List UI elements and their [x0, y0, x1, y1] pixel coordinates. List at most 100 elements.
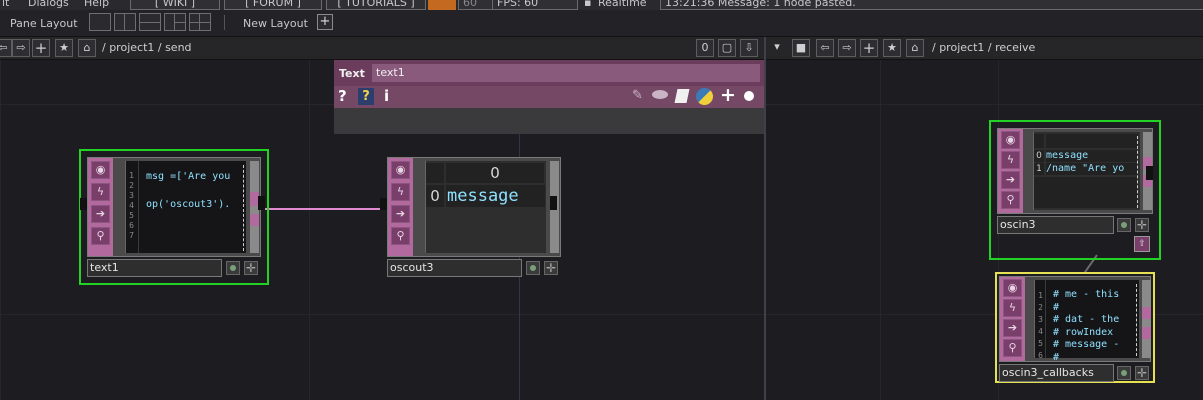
oscin3-node[interactable]: ◉ ϟ ➔ ⚲ 0 message 1 /name "Are yo [997, 128, 1153, 214]
scroll-thumb[interactable] [1142, 327, 1151, 339]
forum-button[interactable]: [ FORUM ] [224, 0, 322, 10]
bypass-arrow-icon[interactable]: ➔ [1001, 171, 1020, 189]
parameter-toolbar: ? ? i ✎ + [334, 84, 764, 108]
oscin3-callbacks-name[interactable]: oscin3_callbacks [999, 364, 1114, 382]
layout-quad-button[interactable] [189, 13, 211, 31]
new-layout-label: New Layout [243, 17, 308, 30]
expand-icon[interactable]: ✛ [544, 261, 558, 275]
oscin3-name[interactable]: oscin3 [997, 216, 1114, 234]
grid-line [880, 60, 881, 400]
lock-icon[interactable]: ⚲ [1001, 191, 1020, 209]
output-connector[interactable] [550, 196, 557, 210]
menu-help[interactable]: Help [84, 0, 109, 9]
layout-three-button[interactable] [164, 13, 186, 31]
viewer-toggle-icon[interactable]: ◉ [391, 161, 410, 179]
viewer-toggle-icon[interactable]: ◉ [91, 161, 110, 179]
pencil-icon[interactable]: ✎ [632, 88, 643, 103]
edit-doc-icon[interactable] [674, 89, 690, 103]
cook-icon[interactable]: ϟ [91, 183, 110, 201]
output-connector[interactable] [258, 196, 265, 210]
output-connector[interactable] [1146, 166, 1153, 180]
text1-viewer[interactable]: 1 2 3 4 5 6 7 msg =['Are you op('oscout3… [125, 161, 246, 253]
display-flag-icon[interactable] [226, 261, 240, 275]
star-icon[interactable]: ★ [55, 39, 73, 57]
display-flag-icon[interactable] [526, 261, 540, 275]
scroll-thumb[interactable] [250, 214, 259, 226]
scroll-thumb[interactable] [1142, 307, 1151, 319]
cook-icon[interactable]: ϟ [1003, 299, 1022, 317]
forward-arrow-icon[interactable]: ⇨ [838, 39, 856, 57]
layout-split-vertical-button[interactable] [114, 13, 136, 31]
forward-arrow-icon[interactable]: ⇨ [12, 39, 30, 57]
oscout3-viewer[interactable]: 0 0 message [425, 161, 546, 253]
oscin3-callbacks-node[interactable]: ◉ ϟ ➔ ⚲ 1 2 3 4 5 6 # me - this # # dat … [999, 276, 1151, 363]
op-name-field[interactable]: text1 [372, 64, 760, 82]
stop-icon[interactable]: ■ [792, 39, 810, 57]
table-cell: /name "Are yo [1046, 163, 1138, 175]
network-path[interactable]: / project1 / send [102, 41, 192, 54]
add-icon[interactable]: + [720, 84, 736, 106]
scrollbar[interactable] [1142, 280, 1151, 358]
home-icon[interactable]: ⌂ [906, 39, 924, 57]
star-icon[interactable]: ★ [883, 39, 901, 57]
line-number: 2 [1038, 303, 1043, 312]
menu-edit[interactable]: it [2, 0, 9, 9]
python-help-icon[interactable]: ? [358, 88, 374, 105]
realtime-checkbox[interactable]: ▪ [584, 0, 591, 9]
frame-counter[interactable]: 60 [458, 0, 494, 10]
bypass-arrow-icon[interactable]: ➔ [1003, 319, 1022, 337]
flag-dot [230, 265, 236, 271]
cook-icon[interactable]: ϟ [1001, 151, 1020, 169]
cook-icon[interactable]: ϟ [391, 183, 410, 201]
back-arrow-icon[interactable]: ⇦ [816, 39, 834, 57]
input-connector[interactable] [80, 198, 87, 210]
callbacks-viewer[interactable]: 1 2 3 4 5 6 # me - this # # dat - the # … [1034, 280, 1139, 363]
add-node-icon[interactable]: + [860, 39, 878, 57]
expand-icon[interactable]: ✛ [1135, 366, 1149, 380]
table-cell: message [1046, 150, 1138, 162]
callbacks-link-icon[interactable]: ⇧ [1134, 236, 1150, 252]
layout-single-button[interactable] [89, 13, 111, 31]
expand-icon[interactable]: ✛ [1135, 218, 1149, 232]
add-node-icon[interactable]: + [32, 39, 50, 57]
perform-indicator[interactable] [428, 0, 456, 10]
row-index: 0 [426, 185, 444, 207]
input-connector[interactable] [380, 198, 387, 210]
python-icon[interactable] [696, 88, 713, 105]
viewer-toggle-icon[interactable]: ◉ [1003, 279, 1022, 297]
comment-icon[interactable] [652, 90, 668, 99]
oscin3-viewer[interactable]: 0 message 1 /name "Are yo [1033, 132, 1140, 210]
network-path[interactable]: / project1 / receive [932, 41, 1035, 54]
lock-icon[interactable]: ⚲ [391, 227, 410, 245]
bypass-arrow-icon[interactable]: ➔ [91, 205, 110, 223]
fps-readout: FPS: 60 [492, 0, 578, 10]
table-corner [426, 163, 444, 183]
display-flag-icon[interactable] [1117, 218, 1131, 232]
line-number: 1 [1038, 291, 1043, 300]
bypass-arrow-icon[interactable]: ➔ [391, 205, 410, 223]
wiki-button[interactable]: [ WIKI ] [130, 0, 220, 10]
download-arrow-icon[interactable]: ⇩ [740, 39, 758, 57]
info-icon[interactable]: i [384, 87, 389, 105]
expand-icon[interactable]: ✛ [244, 261, 258, 275]
oscout3-node[interactable]: ◉ ϟ ➔ ⚲ 0 0 message [387, 157, 561, 257]
new-layout-button[interactable]: + [317, 14, 333, 30]
layout-split-horizontal-button[interactable] [139, 13, 161, 31]
lock-icon[interactable]: ⚲ [1003, 339, 1022, 357]
lock-icon[interactable]: ⚲ [91, 227, 110, 245]
record-dot-icon[interactable] [744, 91, 754, 101]
text1-name[interactable]: text1 [87, 259, 222, 277]
help-icon[interactable]: ? [338, 87, 347, 105]
back-arrow-icon[interactable]: ⇦ [0, 39, 12, 57]
wire-text1-oscout3[interactable] [258, 208, 389, 210]
display-flag-icon[interactable] [1117, 366, 1131, 380]
oscout3-name[interactable]: oscout3 [387, 259, 522, 277]
menu-dialogs[interactable]: Dialogs [28, 0, 69, 9]
zero-button[interactable]: 0 [696, 39, 714, 57]
maximize-icon[interactable]: ▢ [718, 39, 736, 57]
tutorials-button[interactable]: [ TUTORIALS ] [326, 0, 426, 10]
viewer-toggle-icon[interactable]: ◉ [1001, 131, 1020, 149]
pane-menu-chevron-icon[interactable]: ▾ [768, 39, 786, 57]
home-icon[interactable]: ⌂ [78, 39, 96, 57]
text1-node[interactable]: ◉ ϟ ➔ ⚲ 1 2 3 4 5 6 7 msg =['Are you op(… [87, 157, 261, 257]
